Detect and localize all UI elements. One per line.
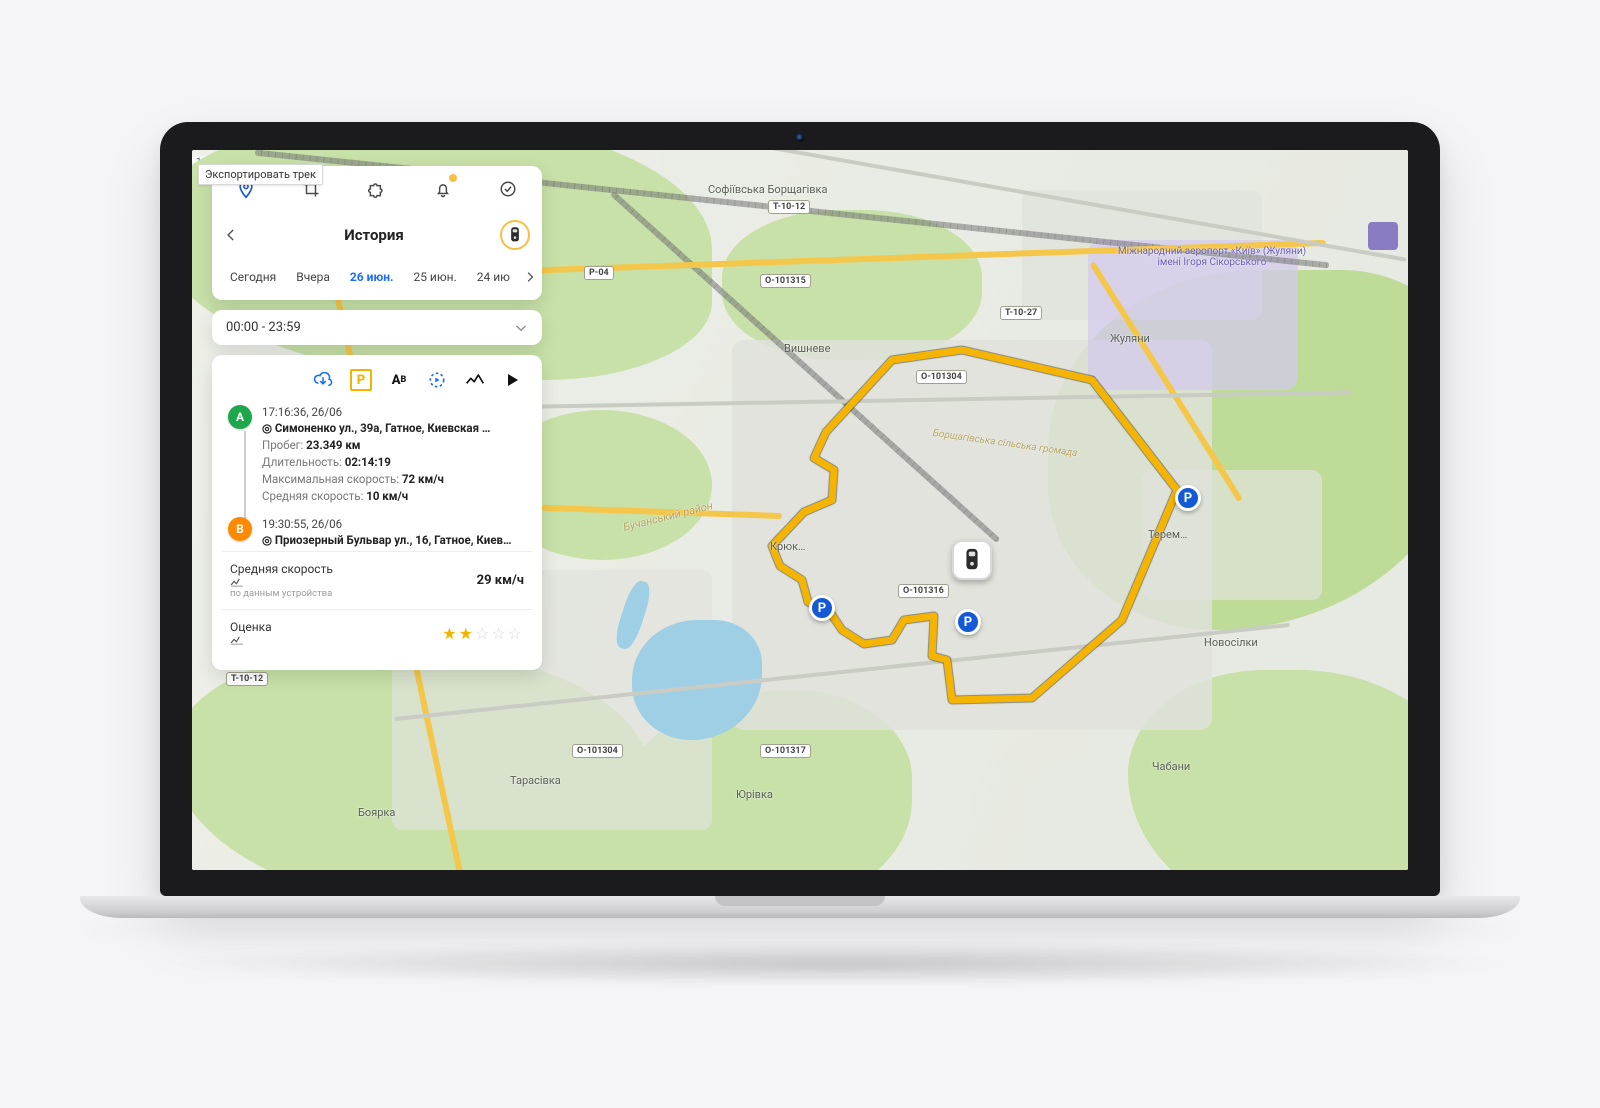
check-circle-icon bbox=[499, 180, 517, 198]
map-label: Терем… bbox=[1148, 528, 1187, 541]
laptop-base bbox=[80, 896, 1520, 918]
chevron-left-icon bbox=[224, 228, 238, 242]
tool-playback-button[interactable] bbox=[426, 369, 448, 391]
puzzle-icon bbox=[367, 179, 387, 199]
map-label: Жуляни bbox=[1110, 332, 1150, 345]
avg-speed-value: 29 км/ч bbox=[477, 573, 524, 588]
date-tab-24jun[interactable]: 24 ию bbox=[471, 266, 516, 288]
map-label: Тарасівка bbox=[510, 774, 561, 787]
road-shield: T-10-27 bbox=[1000, 306, 1042, 320]
side-panel: История Сегодня Вчера 26 июн. 25 июн. 24… bbox=[212, 166, 542, 680]
parking-pin-label: P bbox=[818, 601, 826, 616]
parking-pin[interactable]: P bbox=[1175, 485, 1201, 511]
tracker-pin[interactable] bbox=[952, 540, 992, 580]
track-tools: P AB bbox=[222, 363, 532, 401]
date-tab-today[interactable]: Сегодня bbox=[224, 266, 282, 288]
map-label: Вишневе bbox=[784, 342, 830, 355]
waypoint-a-address: ◎ Симоненко ул., 39а, Гатное, Киевская … bbox=[262, 421, 490, 435]
road-shield: O-101304 bbox=[572, 744, 623, 758]
parking-pin-label: P bbox=[1184, 491, 1192, 506]
tool-chart-button[interactable] bbox=[464, 369, 486, 391]
cloud-download-icon bbox=[313, 372, 333, 388]
panel-titlebar: История bbox=[212, 212, 542, 260]
tool-parking-toggle[interactable]: P bbox=[350, 369, 372, 391]
dates-next-button[interactable] bbox=[524, 271, 536, 283]
nav-puzzle-button[interactable] bbox=[359, 174, 395, 204]
chart-icon bbox=[230, 634, 278, 646]
bell-icon bbox=[434, 180, 452, 198]
avg-speed-label: Средняя скорость по данным устройства bbox=[230, 562, 339, 599]
laptop-frame: P P P Софіївська Борщагівка Вишневе Крюк… bbox=[160, 122, 1440, 986]
map-label: Боярка bbox=[358, 806, 395, 819]
date-tabs: Сегодня Вчера 26 июн. 25 июн. 24 ию bbox=[212, 260, 542, 300]
road-shield: O-101316 bbox=[898, 584, 949, 598]
waypoint-a-time: 17:16:36, 26/06 bbox=[262, 405, 490, 419]
playback-circle-icon bbox=[427, 370, 447, 390]
nav-check-button[interactable] bbox=[490, 174, 526, 204]
map-airport-label: Міжнародний аеропорт «Київ» (Жуляни) іме… bbox=[1112, 246, 1312, 268]
waypoint-a[interactable]: A 17:16:36, 26/06 ◎ Симоненко ул., 39а, … bbox=[222, 401, 532, 507]
screen-bezel: P P P Софіївська Борщагівка Вишневе Крюк… bbox=[160, 122, 1440, 896]
tracker-select-button[interactable] bbox=[500, 220, 530, 250]
tool-play-button[interactable] bbox=[502, 369, 524, 391]
waypoint-b[interactable]: B 19:30:55, 26/06 ◎ Приозерный Бульвар у… bbox=[222, 513, 532, 551]
avg-speed-row[interactable]: Средняя скорость по данным устройства 29… bbox=[222, 551, 532, 609]
rating-stars: ★★☆☆☆ bbox=[442, 624, 524, 643]
waypoint-a-badge: A bbox=[228, 405, 252, 429]
parking-pin-label: P bbox=[964, 615, 972, 630]
export-track-tooltip: Экспортировать трек bbox=[198, 164, 323, 185]
chevron-down-icon bbox=[514, 321, 528, 335]
map-label: Юрівка bbox=[736, 788, 773, 801]
tool-waypoints-toggle[interactable]: AB bbox=[388, 369, 410, 391]
trip-meta: Пробег: 23.349 км Длительность: 02:14:19… bbox=[262, 438, 490, 503]
map-airport-icon bbox=[1368, 222, 1398, 250]
parking-pin[interactable]: P bbox=[809, 595, 835, 621]
track-card: P AB A bbox=[212, 355, 542, 670]
waypoint-b-time: 19:30:55, 26/06 bbox=[262, 517, 512, 531]
nav-notifications-button[interactable] bbox=[425, 174, 461, 204]
date-tab-25jun[interactable]: 25 июн. bbox=[407, 266, 462, 288]
tool-download-button[interactable] bbox=[312, 369, 334, 391]
time-range-selector[interactable]: 00:00 - 23:59 bbox=[212, 310, 542, 345]
panel-header-card: История Сегодня Вчера 26 июн. 25 июн. 24… bbox=[212, 166, 542, 300]
road-shield: T-10-12 bbox=[768, 200, 810, 214]
map-label: Крюк… bbox=[770, 540, 805, 553]
tracker-icon bbox=[509, 226, 521, 244]
waypoint-b-address: ◎ Приозерный Бульвар ул., 16, Гатное, Ки… bbox=[262, 533, 512, 547]
road-shield: P-04 bbox=[584, 266, 614, 280]
app-screen: P P P Софіївська Борщагівка Вишневе Крюк… bbox=[192, 150, 1408, 870]
road-shield: O-101315 bbox=[760, 274, 811, 288]
map-label: Новосілки bbox=[1204, 636, 1258, 649]
date-tab-yesterday[interactable]: Вчера bbox=[290, 266, 336, 288]
chart-line-icon bbox=[465, 373, 485, 387]
notification-dot-icon bbox=[449, 174, 457, 182]
map-label: Софіївська Борщагівка bbox=[708, 184, 827, 196]
rating-row[interactable]: Оценка ★★☆☆☆ bbox=[222, 609, 532, 656]
page-title: История bbox=[344, 226, 404, 244]
time-range-value: 00:00 - 23:59 bbox=[226, 320, 301, 335]
tracker-icon bbox=[963, 547, 981, 573]
rating-label: Оценка bbox=[230, 620, 278, 646]
road-shield: O-101304 bbox=[916, 370, 967, 384]
date-tab-26jun[interactable]: 26 июн. bbox=[344, 266, 400, 288]
parking-pin[interactable]: P bbox=[955, 609, 981, 635]
chart-icon bbox=[230, 576, 339, 588]
waypoint-b-badge: B bbox=[228, 517, 252, 541]
chevron-right-icon bbox=[524, 271, 536, 283]
road-shield: O-101317 bbox=[760, 744, 811, 758]
play-icon bbox=[507, 373, 519, 387]
back-button[interactable] bbox=[224, 228, 248, 242]
laptop-shadow bbox=[160, 942, 1520, 986]
map-label: Чабани bbox=[1152, 760, 1190, 773]
camera-dot bbox=[796, 134, 804, 142]
